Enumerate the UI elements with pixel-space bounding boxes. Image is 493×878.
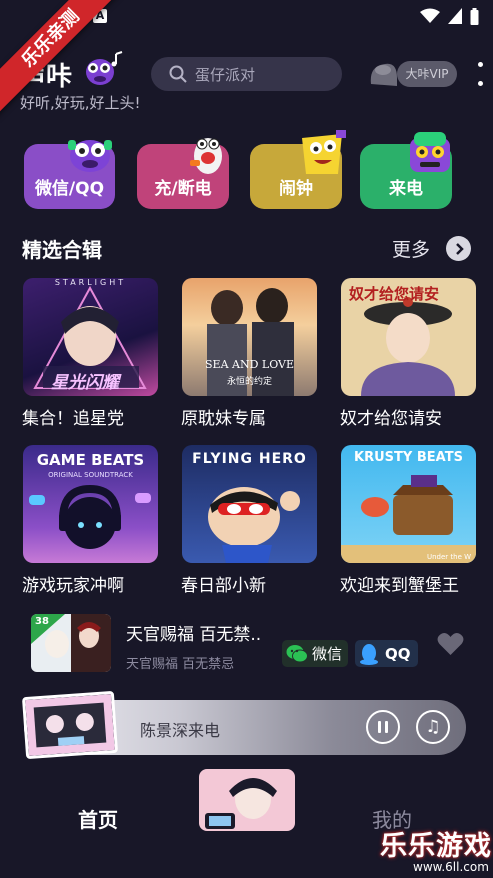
album-art-subtext: 永恒的约定 [226,377,272,387]
album-art-text: GAME BEATS [36,451,145,469]
player-art [25,694,115,756]
album-card[interactable]: SEA AND LOVE 永恒的约定 [182,278,317,396]
green-monster-icon [410,132,450,172]
album-card[interactable]: KRUSTY BEATS Under the W [341,445,476,563]
album-art-text: 星光闪耀 [51,373,119,393]
player-title: 陈景深来电 [140,721,221,740]
album-art-text: FLYING HERO [192,451,307,467]
album-label: 游戏玩家冲啊 [22,576,124,596]
watermark-url: www.6ll.com [413,860,489,874]
signal-icon [448,8,462,24]
share-qq-button[interactable]: QQ [355,640,418,667]
album-art-top-text: STARLIGHT [54,278,127,287]
album-art-text: 奴才给您请安 [349,285,440,303]
status-icons [420,6,479,26]
vip-button[interactable]: 大咔VIP [397,61,457,87]
track-rank-badge: 38 [35,616,49,627]
wechat-icon [286,645,308,663]
chevron-right-icon [455,242,464,255]
battery-icon [470,7,479,25]
more-arrow-button[interactable] [446,236,471,261]
track-thumbnail[interactable]: 38 [31,614,111,672]
white-monster-icon [190,138,222,174]
album-label: 奴才给您请安 [340,409,442,429]
wifi-icon [420,8,440,23]
album-label: 春日部小新 [181,576,266,596]
search-bar[interactable]: 蛋仔派对 [151,57,342,91]
track-subtitle: 天官赐福 百无禁忌 [126,657,235,672]
purple-monster-icon [68,140,112,172]
album-label: 集合！追星党 [22,409,124,429]
watermark-brand: 乐乐游戏 [380,831,492,862]
nav-center-avatar[interactable] [199,769,295,831]
album-label: 欢迎来到蟹堡王 [340,576,459,596]
center-avatar-art [199,769,295,831]
slogan: 好听,好玩,好上头! [20,94,141,112]
album-art-subtext: ORIGINAL SOUNDTRACK [48,471,133,479]
yellow-monster-icon [302,130,346,174]
more-menu-icon[interactable] [477,62,483,86]
more-link[interactable]: 更多 [392,235,430,262]
album-art-text: SEA AND LOVE [205,358,294,371]
nav-home[interactable]: 首页 [78,804,118,833]
section-title: 精选合辑 [22,238,102,262]
search-placeholder: 蛋仔派对 [195,65,256,84]
album-card[interactable]: FLYING HERO [182,445,317,563]
music-note-icon: ♫ [425,717,441,737]
share-wechat-label: 微信 [312,645,343,663]
share-wechat-button[interactable]: 微信 [282,640,348,667]
album-card[interactable]: GAME BEATS ORIGINAL SOUNDTRACK [23,445,158,563]
qq-icon [360,643,378,665]
share-qq-label: QQ [385,644,411,663]
pause-button[interactable] [366,710,400,744]
player-thumbnail[interactable] [21,690,119,760]
pause-icon [378,721,381,733]
search-icon [169,65,187,83]
music-note-button[interactable]: ♫ [416,710,450,744]
album-art-subtext: Under the W [427,553,472,561]
mascot-logo-icon [86,51,123,85]
album-label: 原耽妹专属 [181,409,266,429]
track-title[interactable]: 天官赐福 百无禁.. [126,620,261,645]
album-card[interactable]: 奴才给您请安 [341,278,476,396]
album-art-text: KRUSTY BEATS [354,450,463,465]
favorite-heart-icon[interactable] [437,632,464,656]
album-card[interactable]: STARLIGHT 星光闪耀 [23,278,158,396]
